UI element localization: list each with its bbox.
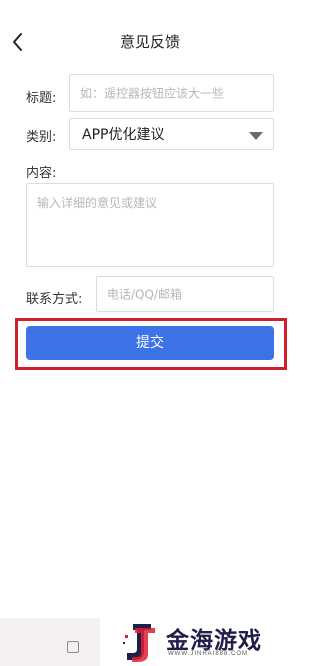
- watermark-logo-icon: [123, 624, 155, 662]
- contact-input[interactable]: 电话/QQ/邮箱: [96, 276, 274, 312]
- category-label: 类别:: [26, 130, 57, 145]
- title-input[interactable]: 如：遥控器按钮应该大一些: [69, 74, 274, 112]
- watermark-subtext: WWW.JINHAI888.COM: [168, 651, 249, 657]
- content-placeholder: 输入详细的意见或建议: [37, 196, 158, 210]
- dropdown-caret-icon: [249, 132, 263, 140]
- square-nav-icon[interactable]: [67, 641, 79, 653]
- content-label: 内容:: [26, 166, 57, 181]
- page-title: 意见反馈: [119, 33, 180, 51]
- watermark-text: 金海游戏: [166, 628, 262, 654]
- bottom-nav-strip: [0, 618, 100, 666]
- content-textarea[interactable]: 输入详细的意见或建议: [26, 183, 274, 267]
- title-label: 标题:: [26, 91, 57, 106]
- category-select[interactable]: APP优化建议: [69, 118, 274, 150]
- submit-button[interactable]: 提交: [26, 326, 274, 360]
- title-placeholder: 如：遥控器按钮应该大一些: [80, 86, 225, 101]
- contact-placeholder: 电话/QQ/邮箱: [107, 287, 182, 302]
- contact-label: 联系方式:: [26, 292, 83, 307]
- category-value: APP优化建议: [82, 127, 165, 143]
